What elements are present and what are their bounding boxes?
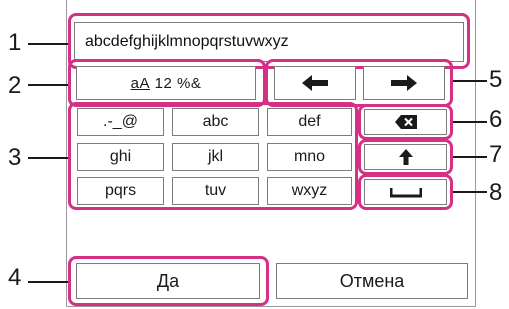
leader-line-7 <box>453 156 487 158</box>
leader-line-8 <box>453 191 487 193</box>
callout-5: 5 <box>489 66 503 93</box>
key-label: tuv <box>204 182 227 199</box>
ok-button[interactable]: Да <box>76 263 260 299</box>
callout-7: 7 <box>489 141 503 168</box>
text-input-field[interactable]: abcdefghijklmnopqrstuvwxyz <box>74 22 464 62</box>
mode-label-rest: 12 %& <box>149 74 202 92</box>
callout-8: 8 <box>489 179 503 206</box>
key-ghi[interactable]: ghi <box>77 143 164 171</box>
leader-line-3 <box>28 157 68 159</box>
key-punctuation[interactable]: .-_@ <box>77 108 164 136</box>
space-icon <box>389 186 422 198</box>
input-mode-button[interactable]: aA 12 %& <box>76 66 256 100</box>
leader-line-5 <box>453 80 487 82</box>
key-label: abc <box>202 113 229 130</box>
callout-4: 4 <box>8 264 22 291</box>
arrow-left-icon <box>302 75 328 91</box>
key-label: def <box>298 113 321 130</box>
key-jkl[interactable]: jkl <box>172 143 259 171</box>
text-input-value: abcdefghijklmnopqrstuvwxyz <box>85 33 289 50</box>
backspace-icon <box>394 115 417 129</box>
key-wxyz[interactable]: wxyz <box>267 177 352 205</box>
key-label: .-_@ <box>103 113 138 130</box>
key-label: ghi <box>109 148 132 165</box>
cursor-right-button[interactable] <box>363 66 445 100</box>
space-button[interactable] <box>364 179 447 205</box>
key-label: wxyz <box>291 182 328 199</box>
key-tuv[interactable]: tuv <box>172 177 259 205</box>
cancel-button[interactable]: Отмена <box>276 263 468 299</box>
leader-line-1 <box>28 43 68 45</box>
callout-6: 6 <box>489 106 503 133</box>
callout-3: 3 <box>8 144 22 171</box>
cancel-label: Отмена <box>339 270 405 291</box>
arrow-right-icon <box>391 75 417 91</box>
key-abc[interactable]: abc <box>172 108 259 136</box>
mode-label-case: aA <box>130 74 150 92</box>
arrow-up-icon <box>398 149 413 165</box>
leader-line-2 <box>28 84 68 86</box>
shift-button[interactable] <box>364 144 447 170</box>
leader-line-6 <box>453 121 487 123</box>
callout-2: 2 <box>8 72 22 99</box>
ok-label: Да <box>156 270 180 291</box>
leader-line-4 <box>28 281 68 283</box>
key-label: jkl <box>207 148 224 165</box>
key-pqrs[interactable]: pqrs <box>77 177 164 205</box>
backspace-button[interactable] <box>364 109 447 135</box>
key-label: mno <box>293 148 326 165</box>
callout-1: 1 <box>8 29 22 56</box>
cursor-left-button[interactable] <box>274 66 356 100</box>
key-def[interactable]: def <box>267 108 352 136</box>
key-mno[interactable]: mno <box>267 143 352 171</box>
key-label: pqrs <box>104 182 137 199</box>
